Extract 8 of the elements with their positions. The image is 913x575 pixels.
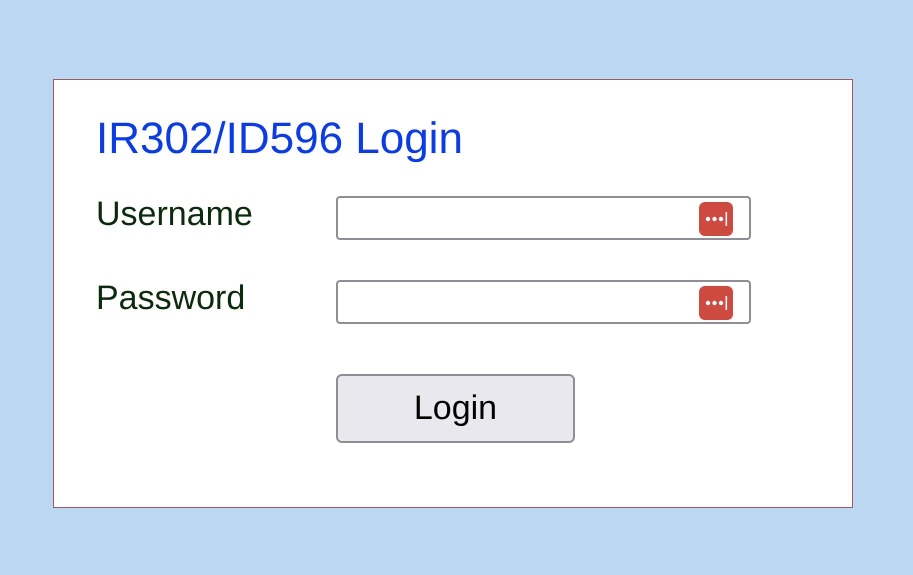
login-button[interactable]: Login	[336, 374, 575, 443]
password-manager-icon[interactable]	[699, 202, 733, 236]
login-title: IR302/ID596 Login	[96, 114, 464, 164]
field-label: Username	[96, 194, 254, 235]
field-label: Password	[96, 278, 246, 319]
input-field[interactable]	[336, 196, 751, 240]
password-manager-icon[interactable]	[699, 286, 733, 320]
input-field[interactable]	[336, 280, 751, 324]
